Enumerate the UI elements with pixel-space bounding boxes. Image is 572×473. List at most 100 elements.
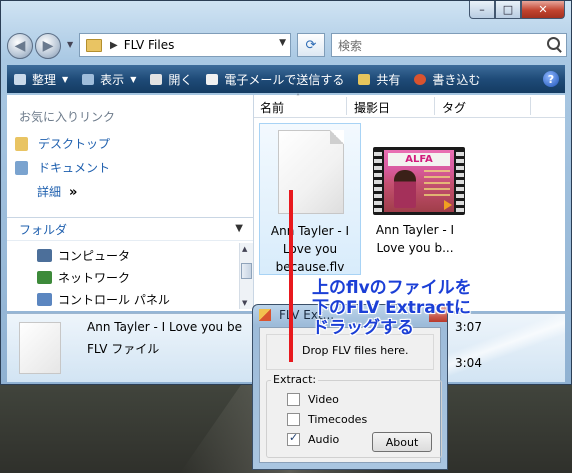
column-divider[interactable] <box>346 97 347 115</box>
annotation-line: 上のflvのファイルを <box>312 278 472 298</box>
organize-icon <box>14 73 26 85</box>
checkbox-label: Video <box>308 393 339 406</box>
file-name-line: Ann Tayler - I <box>270 224 350 238</box>
back-button[interactable]: ◀ <box>7 33 33 59</box>
refresh-button[interactable]: ⟳ <box>297 33 325 57</box>
column-tags[interactable]: タグ <box>442 99 466 116</box>
network-icon <box>37 271 52 284</box>
forward-arrow-icon: ▶ <box>42 38 54 54</box>
organize-menu[interactable]: 整理 ▼ <box>7 65 75 93</box>
details-time-2: 3:04 <box>455 356 482 370</box>
column-divider[interactable] <box>530 97 531 115</box>
column-name[interactable]: 名前 <box>260 99 284 116</box>
maximize-button[interactable]: □ <box>495 1 521 19</box>
tree-item-label: コンピュータ <box>58 249 131 263</box>
search-placeholder: 検索 <box>338 38 363 53</box>
help-icon[interactable]: ? <box>543 71 559 87</box>
folders-header[interactable]: フォルダ ▼ <box>7 217 253 241</box>
share-label: 共有 <box>376 72 401 87</box>
back-arrow-icon: ◀ <box>14 38 26 54</box>
favorite-documents[interactable]: ドキュメント <box>15 159 110 176</box>
open-icon <box>150 73 163 85</box>
flv-extract-app-icon <box>259 309 271 321</box>
favorites-title: お気に入りリンク <box>19 110 116 124</box>
address-dropdown-icon[interactable]: ▼ <box>279 38 286 48</box>
command-toolbar: 整理 ▼ 表示 ▼ 開く 電子メールで送信する 共有 書き込む ? <box>7 65 565 93</box>
drag-arrow-line <box>289 190 293 362</box>
tree-item-control-panel[interactable]: コントロール パネル <box>37 291 170 308</box>
column-date-taken[interactable]: 撮影日 <box>354 99 390 116</box>
thumbnail-text-lines <box>424 170 450 200</box>
annotation-line: ドラッグする <box>312 318 414 338</box>
dialog-client: Drop FLV files here. Extract: Video Time… <box>259 327 442 463</box>
chevron-down-icon: ▼ <box>62 74 69 84</box>
close-button[interactable]: ✕ <box>521 1 565 19</box>
folder-tree-scrollbar[interactable]: ▲ ▼ <box>239 243 253 309</box>
checkbox-label: Timecodes <box>308 413 368 426</box>
breadcrumb-separator-icon[interactable]: ▶ <box>110 40 118 51</box>
scroll-up-icon[interactable]: ▲ <box>242 245 247 253</box>
column-headers: 名前 ˄ 撮影日 タグ <box>254 93 565 118</box>
instruction-annotation: 上のflvのファイルを 下のFLV Extractに ドラッグする <box>312 278 562 338</box>
desktop-folder-icon <box>15 136 28 151</box>
video-thumbnail: ALFA <box>373 147 465 215</box>
audio-checkbox[interactable]: Audio <box>287 431 340 446</box>
chevron-down-icon: ▼ <box>130 74 137 84</box>
email-label: 電子メールで送信する <box>224 72 345 87</box>
checkbox-label: Audio <box>308 433 340 446</box>
tree-item-network[interactable]: ネットワーク <box>37 269 130 286</box>
favorite-documents-label: ドキュメント <box>38 161 111 175</box>
burn-button[interactable]: 書き込む <box>407 65 487 93</box>
recent-pages-dropdown[interactable]: ▼ <box>67 40 73 49</box>
video-checkbox[interactable]: Video <box>287 393 339 406</box>
minimize-button[interactable]: – <box>469 1 495 19</box>
address-path[interactable]: FLV Files <box>124 38 175 52</box>
burn-label: 書き込む <box>432 72 481 87</box>
column-divider[interactable] <box>434 97 435 115</box>
scroll-down-icon[interactable]: ▼ <box>242 299 247 307</box>
thumbnail-banner: ALFA <box>388 153 450 166</box>
window-caption-buttons: – □ ✕ <box>469 1 565 19</box>
folder-icon <box>86 38 102 52</box>
details-file-type: FLV ファイル <box>87 342 160 356</box>
checkbox-box[interactable] <box>287 393 300 406</box>
tree-item-computer[interactable]: コンピュータ <box>37 247 130 264</box>
navigation-pane: お気に入りリンク デスクトップ ドキュメント 詳細 » フォルダ ▼ コンピュータ <box>7 95 254 311</box>
favorite-desktop-label: デスクトップ <box>38 137 111 151</box>
views-icon <box>82 73 95 85</box>
share-button[interactable]: 共有 <box>351 65 407 93</box>
documents-folder-icon <box>15 160 28 175</box>
refresh-icon: ⟳ <box>305 37 317 53</box>
file-name-line: Love you b... <box>376 241 454 255</box>
email-icon <box>206 73 219 85</box>
folders-label: フォルダ <box>19 222 68 237</box>
favorite-desktop[interactable]: デスクトップ <box>15 135 110 152</box>
share-icon <box>358 73 371 85</box>
address-bar[interactable]: ▶ FLV Files ▼ <box>79 33 291 57</box>
file-name-line: because.flv <box>275 260 345 274</box>
checkbox-box-checked[interactable] <box>287 431 300 446</box>
search-icon[interactable] <box>547 37 560 50</box>
timecodes-checkbox[interactable]: Timecodes <box>287 413 367 426</box>
search-input[interactable]: 検索 <box>331 33 567 57</box>
scrollbar-thumb[interactable] <box>241 263 252 279</box>
file-item-flv[interactable]: Ann Tayler - I Love you because.flv <box>259 123 361 275</box>
views-label: 表示 <box>100 72 125 87</box>
more-label: 詳細 <box>37 185 62 199</box>
drop-zone-label: Drop FLV files here. <box>302 344 409 357</box>
checkbox-box[interactable] <box>287 413 300 426</box>
file-name-label: Ann Tayler - I Love you b... <box>367 221 463 257</box>
file-item-video[interactable]: ALFA Ann Tayler - I Love you b... <box>367 123 465 275</box>
tree-item-label: コントロール パネル <box>58 293 170 307</box>
file-name-line: Love you <box>282 242 338 256</box>
forward-button[interactable]: ▶ <box>35 33 61 59</box>
chevron-down-icon: ▼ <box>235 223 243 234</box>
email-button[interactable]: 電子メールで送信する <box>199 65 351 93</box>
more-links[interactable]: 詳細 » <box>37 183 77 200</box>
about-button[interactable]: About <box>372 432 432 452</box>
person-figure <box>394 170 416 208</box>
open-button[interactable]: 開く <box>143 65 199 93</box>
views-menu[interactable]: 表示 ▼ <box>75 65 143 93</box>
file-name-label: Ann Tayler - I Love you because.flv <box>260 222 360 276</box>
generic-document-icon <box>278 130 344 214</box>
